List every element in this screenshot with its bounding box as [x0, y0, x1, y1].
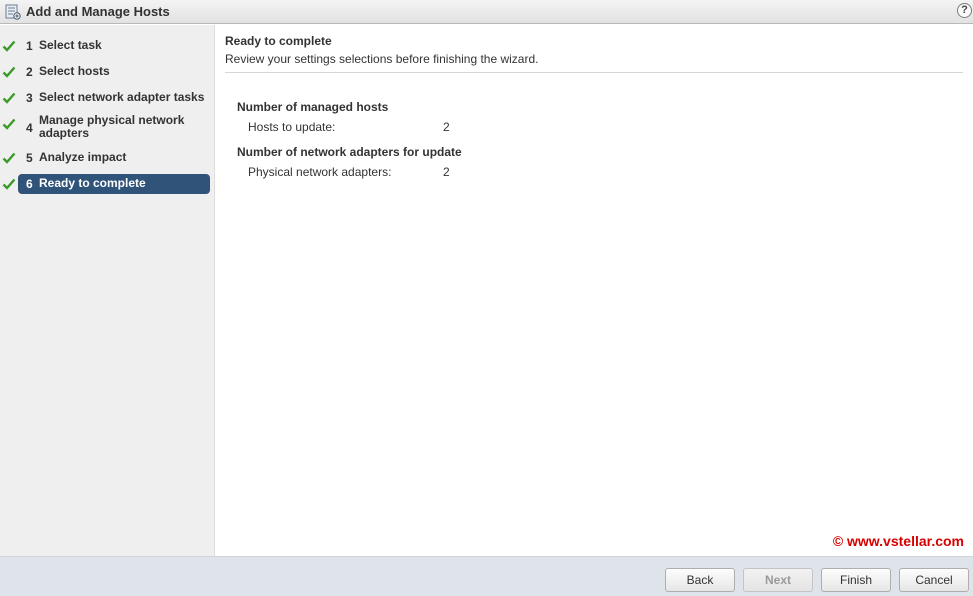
cancel-button[interactable]: Cancel	[899, 568, 969, 592]
checkmark-icon	[2, 92, 16, 104]
hosts-to-update-value: 2	[443, 120, 450, 134]
step-label: Select hosts	[39, 64, 110, 78]
checkmark-icon	[2, 118, 16, 130]
help-icon[interactable]: ?	[957, 3, 972, 18]
hosts-to-update-label: Hosts to update:	[248, 120, 336, 134]
step-number: 2	[26, 65, 33, 79]
step-number: 6	[26, 177, 33, 191]
section-title-managed-hosts: Number of managed hosts	[237, 100, 389, 114]
page-subtitle: Review your settings selections before f…	[225, 52, 539, 66]
next-button[interactable]: Next	[743, 568, 813, 592]
back-button[interactable]: Back	[665, 568, 735, 592]
step-label: Manage physical network adapters	[39, 113, 185, 140]
finish-button[interactable]: Finish	[821, 568, 891, 592]
wizard-steps: 1 Select task 2 Select hosts 3 Select ne…	[0, 25, 215, 556]
step-label: Select network adapter tasks	[39, 90, 205, 104]
title-bar: Add and Manage Hosts ?	[0, 0, 973, 24]
checkmark-icon	[2, 66, 16, 78]
step-number: 5	[26, 151, 33, 165]
step-number: 4	[26, 121, 33, 135]
checkmark-icon	[2, 40, 16, 52]
physical-adapters-value: 2	[443, 165, 450, 179]
step-number: 1	[26, 39, 33, 53]
step-number: 3	[26, 91, 33, 105]
checkmark-icon	[2, 178, 16, 190]
watermark: © www.vstellar.com	[832, 533, 964, 549]
wizard-content: Ready to complete Review your settings s…	[216, 25, 973, 556]
header-divider	[225, 72, 963, 73]
physical-adapters-label: Physical network adapters:	[248, 165, 392, 179]
step-label: Analyze impact	[39, 150, 127, 164]
checkmark-icon	[2, 152, 16, 164]
host-icon	[5, 4, 21, 20]
page-title: Ready to complete	[225, 34, 332, 48]
step-label: Select task	[39, 38, 102, 52]
step-label: Ready to complete	[39, 176, 146, 190]
wizard-footer: Back Next Finish Cancel	[0, 556, 973, 596]
section-title-network-adapters: Number of network adapters for update	[237, 145, 462, 159]
window-title: Add and Manage Hosts	[26, 4, 170, 19]
